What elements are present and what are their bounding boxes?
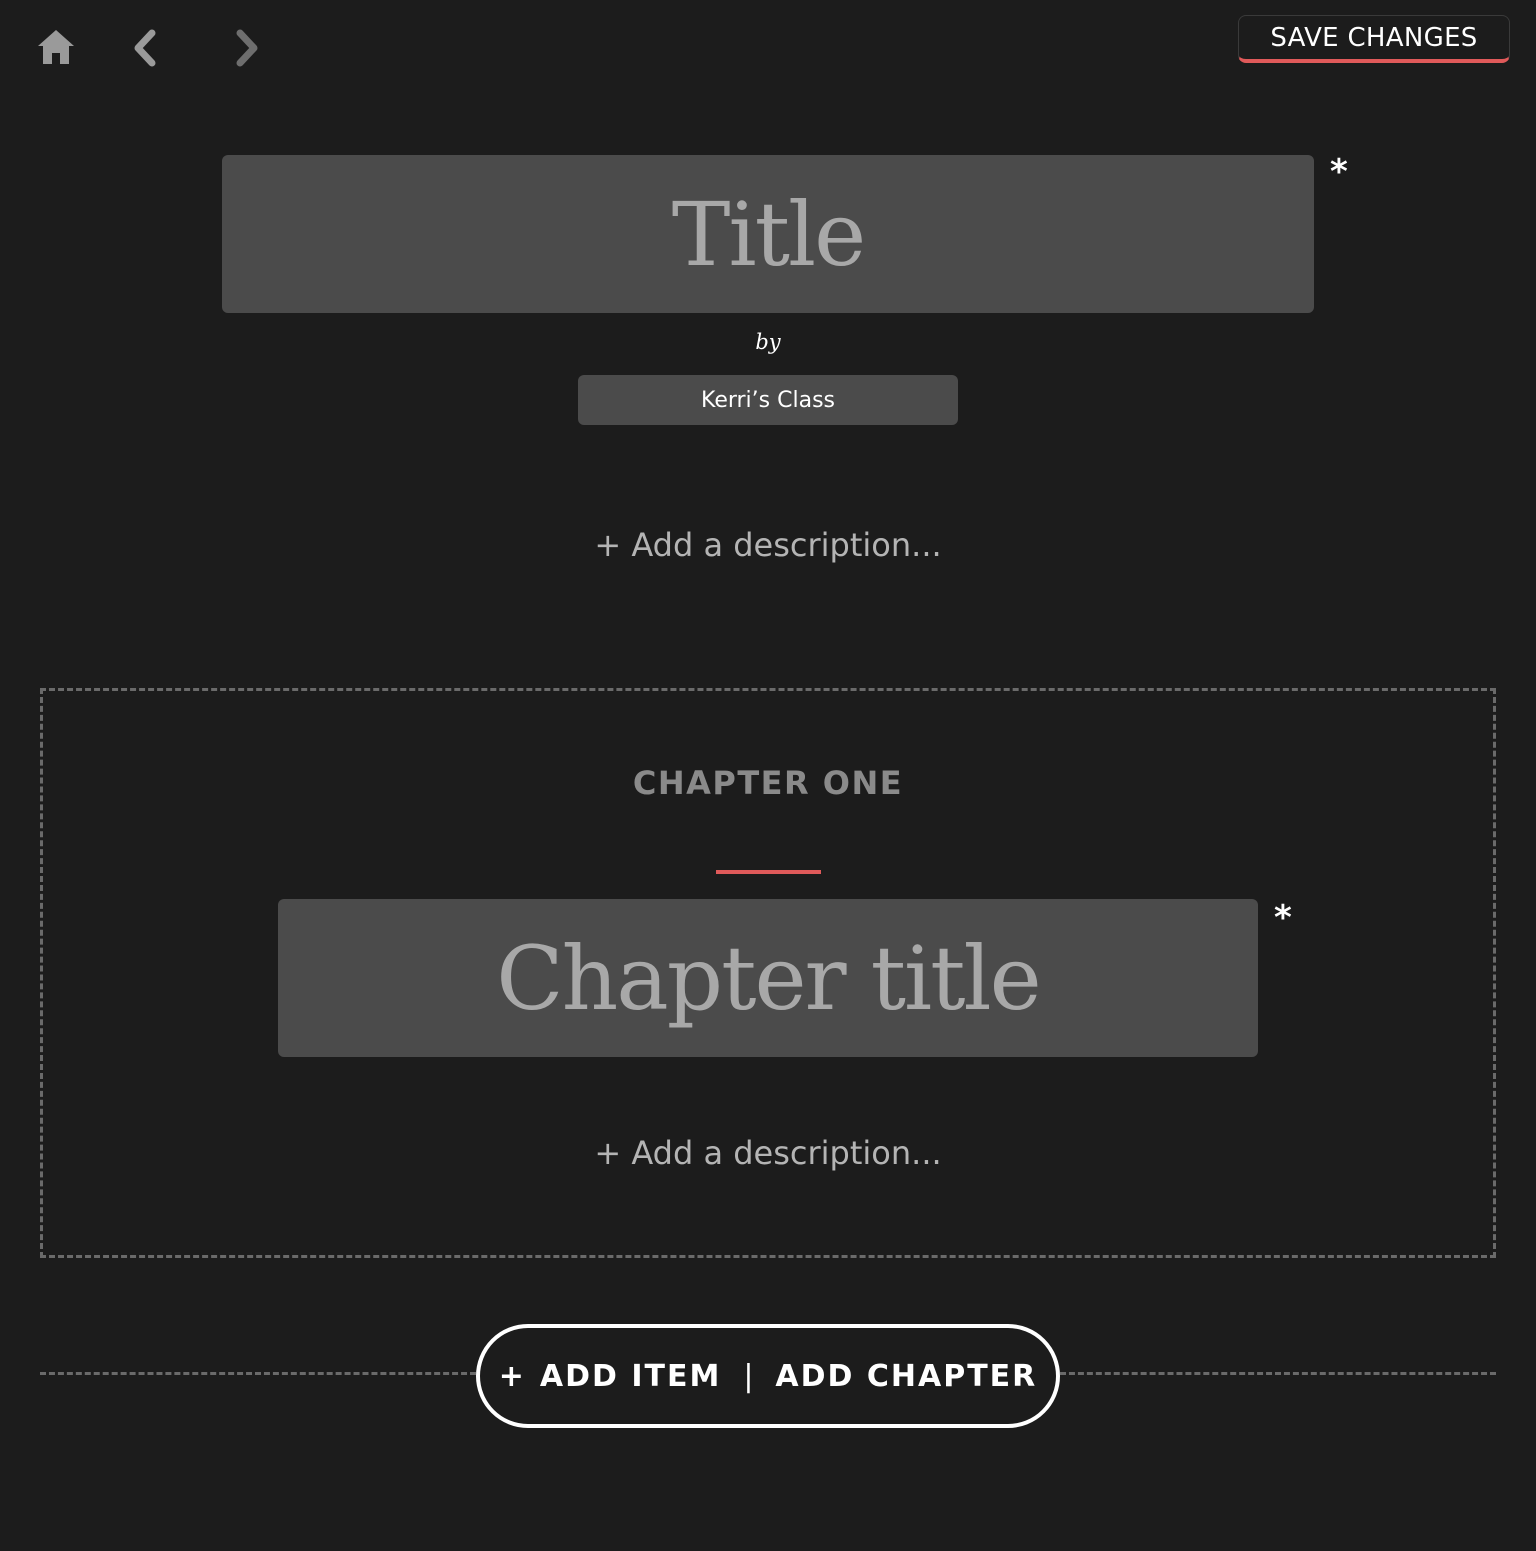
add-bar-divider-left (40, 1372, 476, 1375)
title-required-mark: * (1330, 152, 1348, 192)
add-item-button[interactable]: ADD ITEM (540, 1359, 721, 1394)
chevron-left-icon[interactable] (130, 29, 160, 67)
add-bar-separator: | (743, 1358, 754, 1394)
save-changes-button[interactable]: SAVE CHANGES (1238, 15, 1510, 63)
chapter-title-input[interactable] (278, 899, 1258, 1057)
add-book-description-link[interactable]: + Add a description... (0, 526, 1536, 564)
author-input[interactable] (578, 375, 958, 425)
by-label: by (755, 330, 781, 354)
add-chapter-button[interactable]: ADD CHAPTER (775, 1359, 1037, 1394)
book-title-input[interactable] (222, 155, 1314, 313)
add-bar: + ADD ITEM | ADD CHAPTER (476, 1324, 1060, 1428)
add-chapter-description-link[interactable]: + Add a description... (0, 1134, 1536, 1172)
chapter-title-required-mark: * (1274, 898, 1292, 938)
add-bar-divider-right (1060, 1372, 1496, 1375)
chapter-label: CHAPTER ONE (632, 764, 904, 802)
plus-icon: + (498, 1358, 524, 1394)
home-icon[interactable] (36, 28, 76, 66)
chapter-divider (716, 870, 821, 874)
chevron-right-icon[interactable] (232, 29, 262, 67)
